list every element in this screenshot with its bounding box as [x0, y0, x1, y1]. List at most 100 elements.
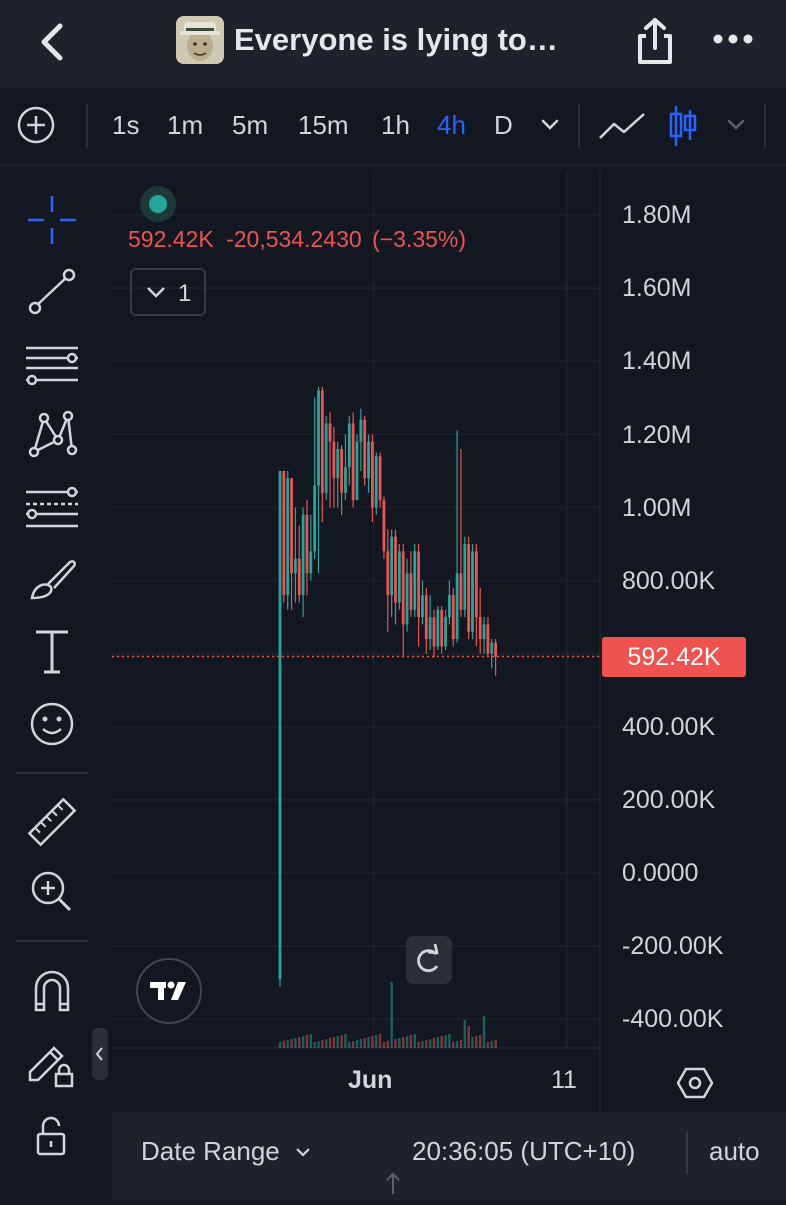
unlock-icon[interactable]: [24, 1108, 80, 1164]
divider: [764, 104, 766, 148]
candle-up: [482, 624, 486, 640]
volume-bar: [298, 1037, 301, 1048]
y-axis-label: 1.80M: [622, 201, 692, 229]
volume-bar: [294, 1038, 297, 1048]
brush-icon[interactable]: [24, 552, 80, 608]
interval-4h[interactable]: 4h: [437, 110, 466, 141]
crosshair-icon[interactable]: [24, 192, 80, 248]
chevron-down-icon[interactable]: [538, 112, 562, 136]
candle-up: [490, 642, 494, 654]
volume-bar: [355, 1040, 359, 1048]
volume-bar: [344, 1034, 347, 1048]
y-axis-label: 800.00K: [622, 567, 716, 595]
interval-5m[interactable]: 5m: [232, 110, 268, 141]
magnet-icon[interactable]: [24, 964, 80, 1020]
chevron-down-icon: [296, 1148, 310, 1157]
candle-down: [282, 470, 286, 596]
volume-bar: [471, 1037, 474, 1048]
divider: [686, 1132, 688, 1174]
volume-bar: [398, 1038, 401, 1048]
current-price-tag: 592.42K: [602, 637, 746, 677]
share-icon[interactable]: [632, 16, 678, 66]
candle-down: [305, 514, 309, 574]
candle-down: [386, 551, 390, 596]
candle-down: [378, 456, 382, 501]
volume-bar: [328, 1038, 332, 1048]
chart-pane[interactable]: [112, 172, 786, 1200]
candle-down: [478, 617, 482, 640]
candle-down: [494, 642, 497, 657]
collapse-panel-button[interactable]: [92, 1028, 108, 1080]
candle-up: [455, 573, 459, 640]
volume-bar: [409, 1035, 413, 1048]
candle-down: [320, 390, 324, 493]
pattern-icon[interactable]: [24, 406, 80, 462]
candle-up: [355, 441, 359, 501]
time-zone-button[interactable]: 20:36:05 (UTC+10): [412, 1136, 635, 1167]
drawing-toolbar: [0, 172, 104, 1200]
divider: [578, 104, 580, 148]
candles-icon[interactable]: [668, 104, 698, 148]
add-indicator-icon[interactable]: [16, 105, 56, 145]
legend-collapse-button[interactable]: 1: [130, 268, 206, 316]
candlestick-chart[interactable]: [112, 172, 786, 1200]
candle-down: [340, 448, 343, 493]
market-status-dot[interactable]: [140, 186, 176, 222]
y-axis-label: 0.0000: [622, 859, 699, 887]
zoom-in-icon[interactable]: [24, 864, 80, 920]
interval-1s[interactable]: 1s: [112, 110, 139, 141]
horizontal-lines-icon[interactable]: [24, 336, 80, 392]
emoji-icon[interactable]: [24, 696, 80, 752]
candle-up: [294, 558, 297, 574]
interval-1h[interactable]: 1h: [381, 110, 410, 141]
volume-bar: [386, 1041, 389, 1048]
ruler-icon[interactable]: [24, 794, 80, 850]
page-title: Everyone is lying to…: [234, 22, 558, 57]
indicator-count: 1: [178, 280, 192, 307]
candle-up: [413, 551, 417, 610]
candle-up: [278, 470, 282, 980]
volume-bar: [428, 1039, 432, 1048]
volume-bar: [448, 1034, 451, 1048]
volume-bar: [336, 1036, 339, 1048]
candle-down: [432, 617, 436, 647]
candle-down: [297, 558, 301, 596]
volume-bar: [305, 1035, 309, 1048]
text-icon[interactable]: [24, 624, 80, 680]
interval-1m[interactable]: 1m: [167, 110, 203, 141]
candle-down: [371, 441, 374, 508]
y-axis-label: 1.60M: [622, 274, 692, 302]
trend-line-icon[interactable]: [24, 264, 80, 320]
volume-bar: [363, 1038, 366, 1048]
legend-change-pct: (−3.35%): [372, 226, 467, 252]
y-axis-label: 1.20M: [622, 421, 692, 449]
volume-bar: [486, 1042, 490, 1048]
settings-hexagon-icon[interactable]: [676, 1064, 714, 1102]
fib-icon[interactable]: [24, 480, 80, 536]
more-horizontal-icon[interactable]: [712, 28, 754, 50]
candle-down: [332, 441, 336, 479]
chevron-left-icon[interactable]: [34, 20, 74, 64]
auto-scale-button[interactable]: auto: [709, 1136, 760, 1167]
candle-up: [317, 390, 320, 486]
line-chart-icon[interactable]: [598, 110, 646, 142]
interval-15m[interactable]: 15m: [298, 110, 349, 141]
lock-pencil-icon[interactable]: [24, 1036, 80, 1092]
date-range-button[interactable]: Date Range: [141, 1136, 313, 1167]
volume-bar: [313, 1042, 316, 1048]
tradingview-logo[interactable]: [136, 958, 202, 1024]
volume-bar: [421, 1041, 424, 1048]
reset-chart-button[interactable]: [406, 936, 452, 984]
candle-up: [336, 448, 340, 479]
volume-bar: [382, 1042, 386, 1048]
arrow-up-icon[interactable]: [384, 1170, 402, 1194]
candle-up: [397, 551, 401, 603]
avatar[interactable]: [176, 16, 224, 64]
interval-d[interactable]: D: [494, 110, 513, 141]
volume-bar: [375, 1035, 378, 1048]
divider: [16, 940, 88, 942]
x-axis-label: Jun: [348, 1066, 393, 1094]
chevron-down-icon[interactable]: [724, 112, 748, 136]
candle-up: [344, 467, 347, 493]
volume-bar: [432, 1038, 436, 1048]
